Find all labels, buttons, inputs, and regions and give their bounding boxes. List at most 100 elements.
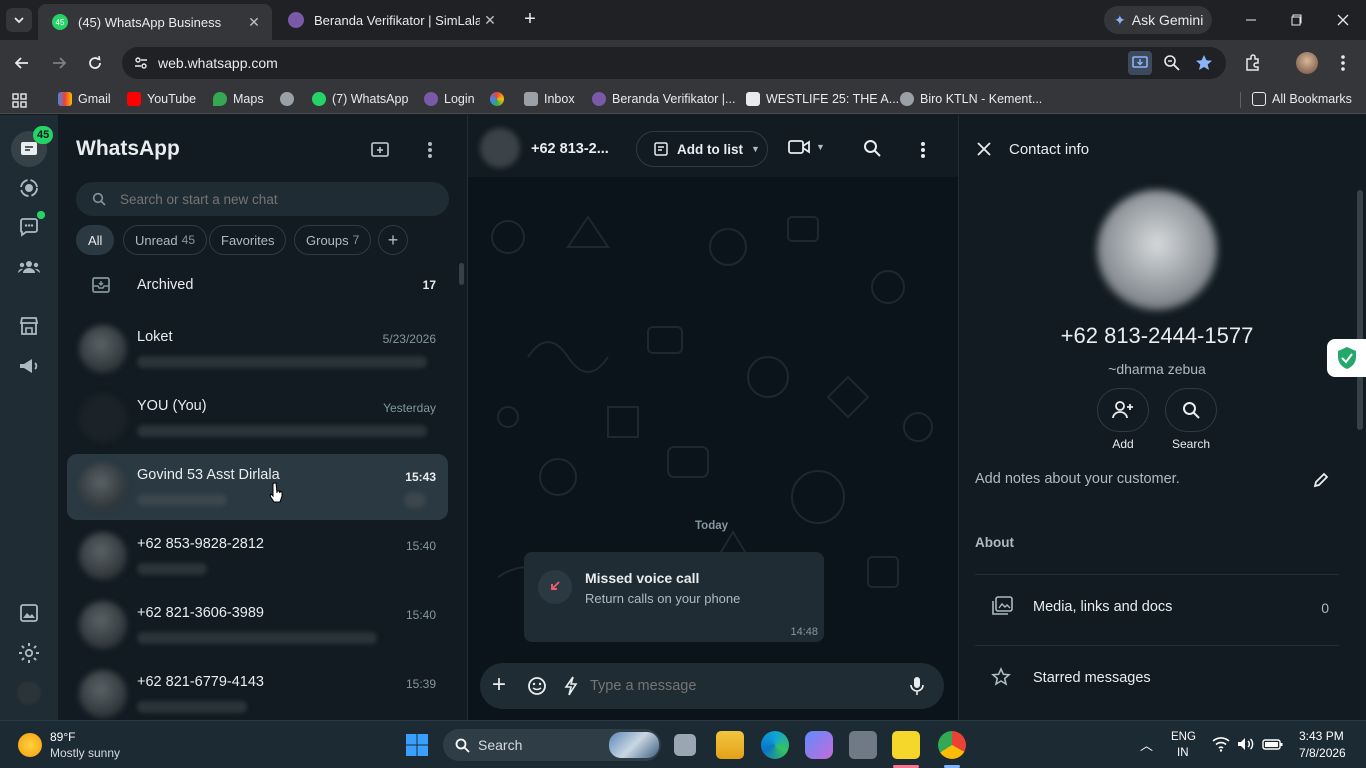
add-to-list-button[interactable]: Add to list ▼ — [636, 131, 768, 167]
profile-avatar[interactable] — [17, 681, 41, 705]
bookmark-youtube[interactable]: YouTube — [127, 92, 196, 106]
wifi-icon[interactable] — [1212, 736, 1230, 752]
pencil-icon[interactable] — [1312, 471, 1330, 489]
close-icon[interactable] — [977, 142, 991, 156]
search-contact-button[interactable] — [1165, 388, 1217, 432]
chat-row[interactable]: Loket 5/23/2026 — [67, 316, 448, 382]
bookmark-inbox[interactable]: Inbox — [524, 92, 575, 106]
search-input[interactable] — [120, 182, 430, 216]
communities-icon[interactable] — [17, 255, 41, 279]
close-tab-icon[interactable]: ✕ — [244, 14, 264, 31]
bookmark-whatsapp[interactable]: (7) WhatsApp — [312, 92, 408, 106]
bookmark-maps[interactable]: Maps — [213, 92, 264, 106]
chat-row[interactable]: +62 821-6779-4143 15:39 — [67, 661, 448, 727]
new-tab-button[interactable]: + — [518, 8, 542, 32]
all-bookmarks[interactable]: All Bookmarks — [1252, 92, 1352, 106]
add-filter-button[interactable]: + — [378, 225, 408, 255]
install-app-icon[interactable] — [1128, 51, 1152, 75]
notes-placeholder[interactable]: Add notes about your customer. — [975, 471, 1180, 487]
taskbar-search[interactable]: Search — [443, 729, 661, 761]
archived-row[interactable]: Archived 17 — [67, 263, 448, 307]
chat-row[interactable]: +62 821-3606-3989 15:40 — [67, 592, 448, 658]
attach-plus-icon[interactable]: + — [492, 671, 506, 699]
close-tab-icon[interactable]: ✕ — [480, 12, 500, 29]
volume-icon[interactable] — [1236, 736, 1254, 752]
sticky-notes-icon[interactable] — [892, 731, 920, 759]
bookmark-login[interactable]: Login — [424, 92, 475, 106]
bookmark-westlife[interactable]: WESTLIFE 25: THE A... — [746, 92, 899, 106]
chrome-icon[interactable] — [938, 731, 966, 759]
new-chat-icon[interactable] — [370, 139, 392, 161]
channels-icon[interactable] — [17, 215, 41, 239]
scrollbar[interactable] — [459, 263, 464, 285]
back-button[interactable] — [10, 51, 34, 75]
file-explorer-icon[interactable] — [716, 731, 744, 759]
megaphone-icon[interactable] — [17, 354, 41, 378]
gemini-sparkle-icon: ✦ — [1114, 11, 1126, 28]
minimize-button[interactable] — [1236, 8, 1266, 32]
filter-all[interactable]: All — [76, 225, 115, 255]
menu-dots-icon[interactable] — [428, 141, 432, 159]
restore-button[interactable] — [1282, 8, 1312, 32]
contact-photo[interactable] — [1097, 190, 1217, 310]
start-button[interactable] — [405, 733, 429, 757]
sticker-icon[interactable] — [527, 676, 547, 696]
weather-widget[interactable]: 89°F Mostly sunny — [18, 729, 148, 761]
ask-gemini-button[interactable]: ✦ Ask Gemini — [1104, 6, 1212, 34]
clock-time[interactable]: 3:43 PM — [1299, 729, 1344, 743]
copilot-icon[interactable] — [805, 731, 833, 759]
tab-simlala[interactable]: Beranda Verifikator | SimLala ✕ — [274, 4, 508, 36]
camera-icon[interactable] — [849, 731, 877, 759]
contact-info-title: Contact info — [1009, 141, 1090, 158]
profile-avatar[interactable] — [1295, 51, 1319, 75]
contact-avatar[interactable] — [480, 128, 520, 168]
chat-row[interactable]: YOU (You) Yesterday — [67, 385, 448, 451]
filter-unread[interactable]: Unread 45 — [123, 225, 207, 255]
starred-messages-row[interactable]: Starred messages — [975, 656, 1339, 698]
menu-dots-icon[interactable] — [921, 141, 925, 159]
bookmark-globe[interactable] — [280, 92, 294, 106]
contact-name[interactable]: +62 813-2... — [531, 141, 609, 157]
bookmark-biro[interactable]: Biro KTLN - Kement... — [900, 92, 1042, 106]
battery-icon[interactable] — [1262, 736, 1284, 752]
input-language[interactable]: ENG — [1171, 731, 1196, 743]
settings-gear-icon[interactable] — [17, 641, 41, 665]
microphone-icon[interactable] — [910, 676, 924, 696]
search-icon[interactable] — [863, 139, 881, 157]
extension-shield-button[interactable] — [1327, 339, 1366, 377]
bookmark-gmail[interactable]: Gmail — [58, 92, 111, 106]
filter-favorites[interactable]: Favorites — [209, 225, 287, 255]
catalog-store-icon[interactable] — [17, 314, 41, 338]
close-window-button[interactable] — [1328, 8, 1358, 32]
chat-row-selected[interactable]: Govind 53 Asst Dirlala 15:43 — [67, 454, 448, 520]
media-gallery-icon[interactable] — [17, 601, 41, 625]
video-call-button[interactable]: ▼ — [788, 139, 825, 155]
bookmark-beranda[interactable]: Beranda Verifikator |... — [592, 92, 735, 106]
search-box[interactable] — [76, 182, 449, 216]
contact-info-panel: Contact info +62 813-2444-1577 ~dharma z… — [958, 115, 1366, 720]
forward-button[interactable] — [47, 51, 71, 75]
quick-reply-bolt-icon[interactable] — [564, 676, 578, 696]
add-contact-button[interactable] — [1097, 388, 1149, 432]
message-input[interactable] — [590, 663, 890, 709]
reload-button[interactable] — [83, 51, 107, 75]
address-bar[interactable]: web.whatsapp.com — [122, 47, 1226, 79]
menu-dots-icon[interactable] — [1331, 51, 1355, 75]
scrollbar[interactable] — [1357, 190, 1363, 430]
filter-groups[interactable]: Groups 7 — [294, 225, 372, 255]
zoom-icon[interactable] — [1162, 53, 1182, 73]
scrollbar[interactable] — [947, 181, 953, 187]
status-icon[interactable] — [17, 176, 41, 200]
tab-whatsapp[interactable]: 45 (45) WhatsApp Business ✕ — [38, 4, 272, 40]
task-view-icon[interactable] — [674, 734, 696, 756]
chat-row[interactable]: +62 853-9828-2812 15:40 — [67, 523, 448, 589]
bookmark-star-icon[interactable] — [1194, 53, 1214, 73]
edge-browser-icon[interactable] — [761, 731, 789, 759]
missed-call-message[interactable]: Missed voice call Return calls on your p… — [524, 552, 824, 642]
extensions-icon[interactable] — [1241, 51, 1265, 75]
media-links-docs-row[interactable]: Media, links and docs 0 — [975, 585, 1339, 627]
apps-grid-icon[interactable] — [12, 93, 27, 108]
tab-search-button[interactable] — [6, 8, 32, 32]
bookmark-pinwheel[interactable] — [490, 92, 504, 106]
tray-overflow-chevron-icon[interactable]: ︿ — [1140, 735, 1153, 754]
